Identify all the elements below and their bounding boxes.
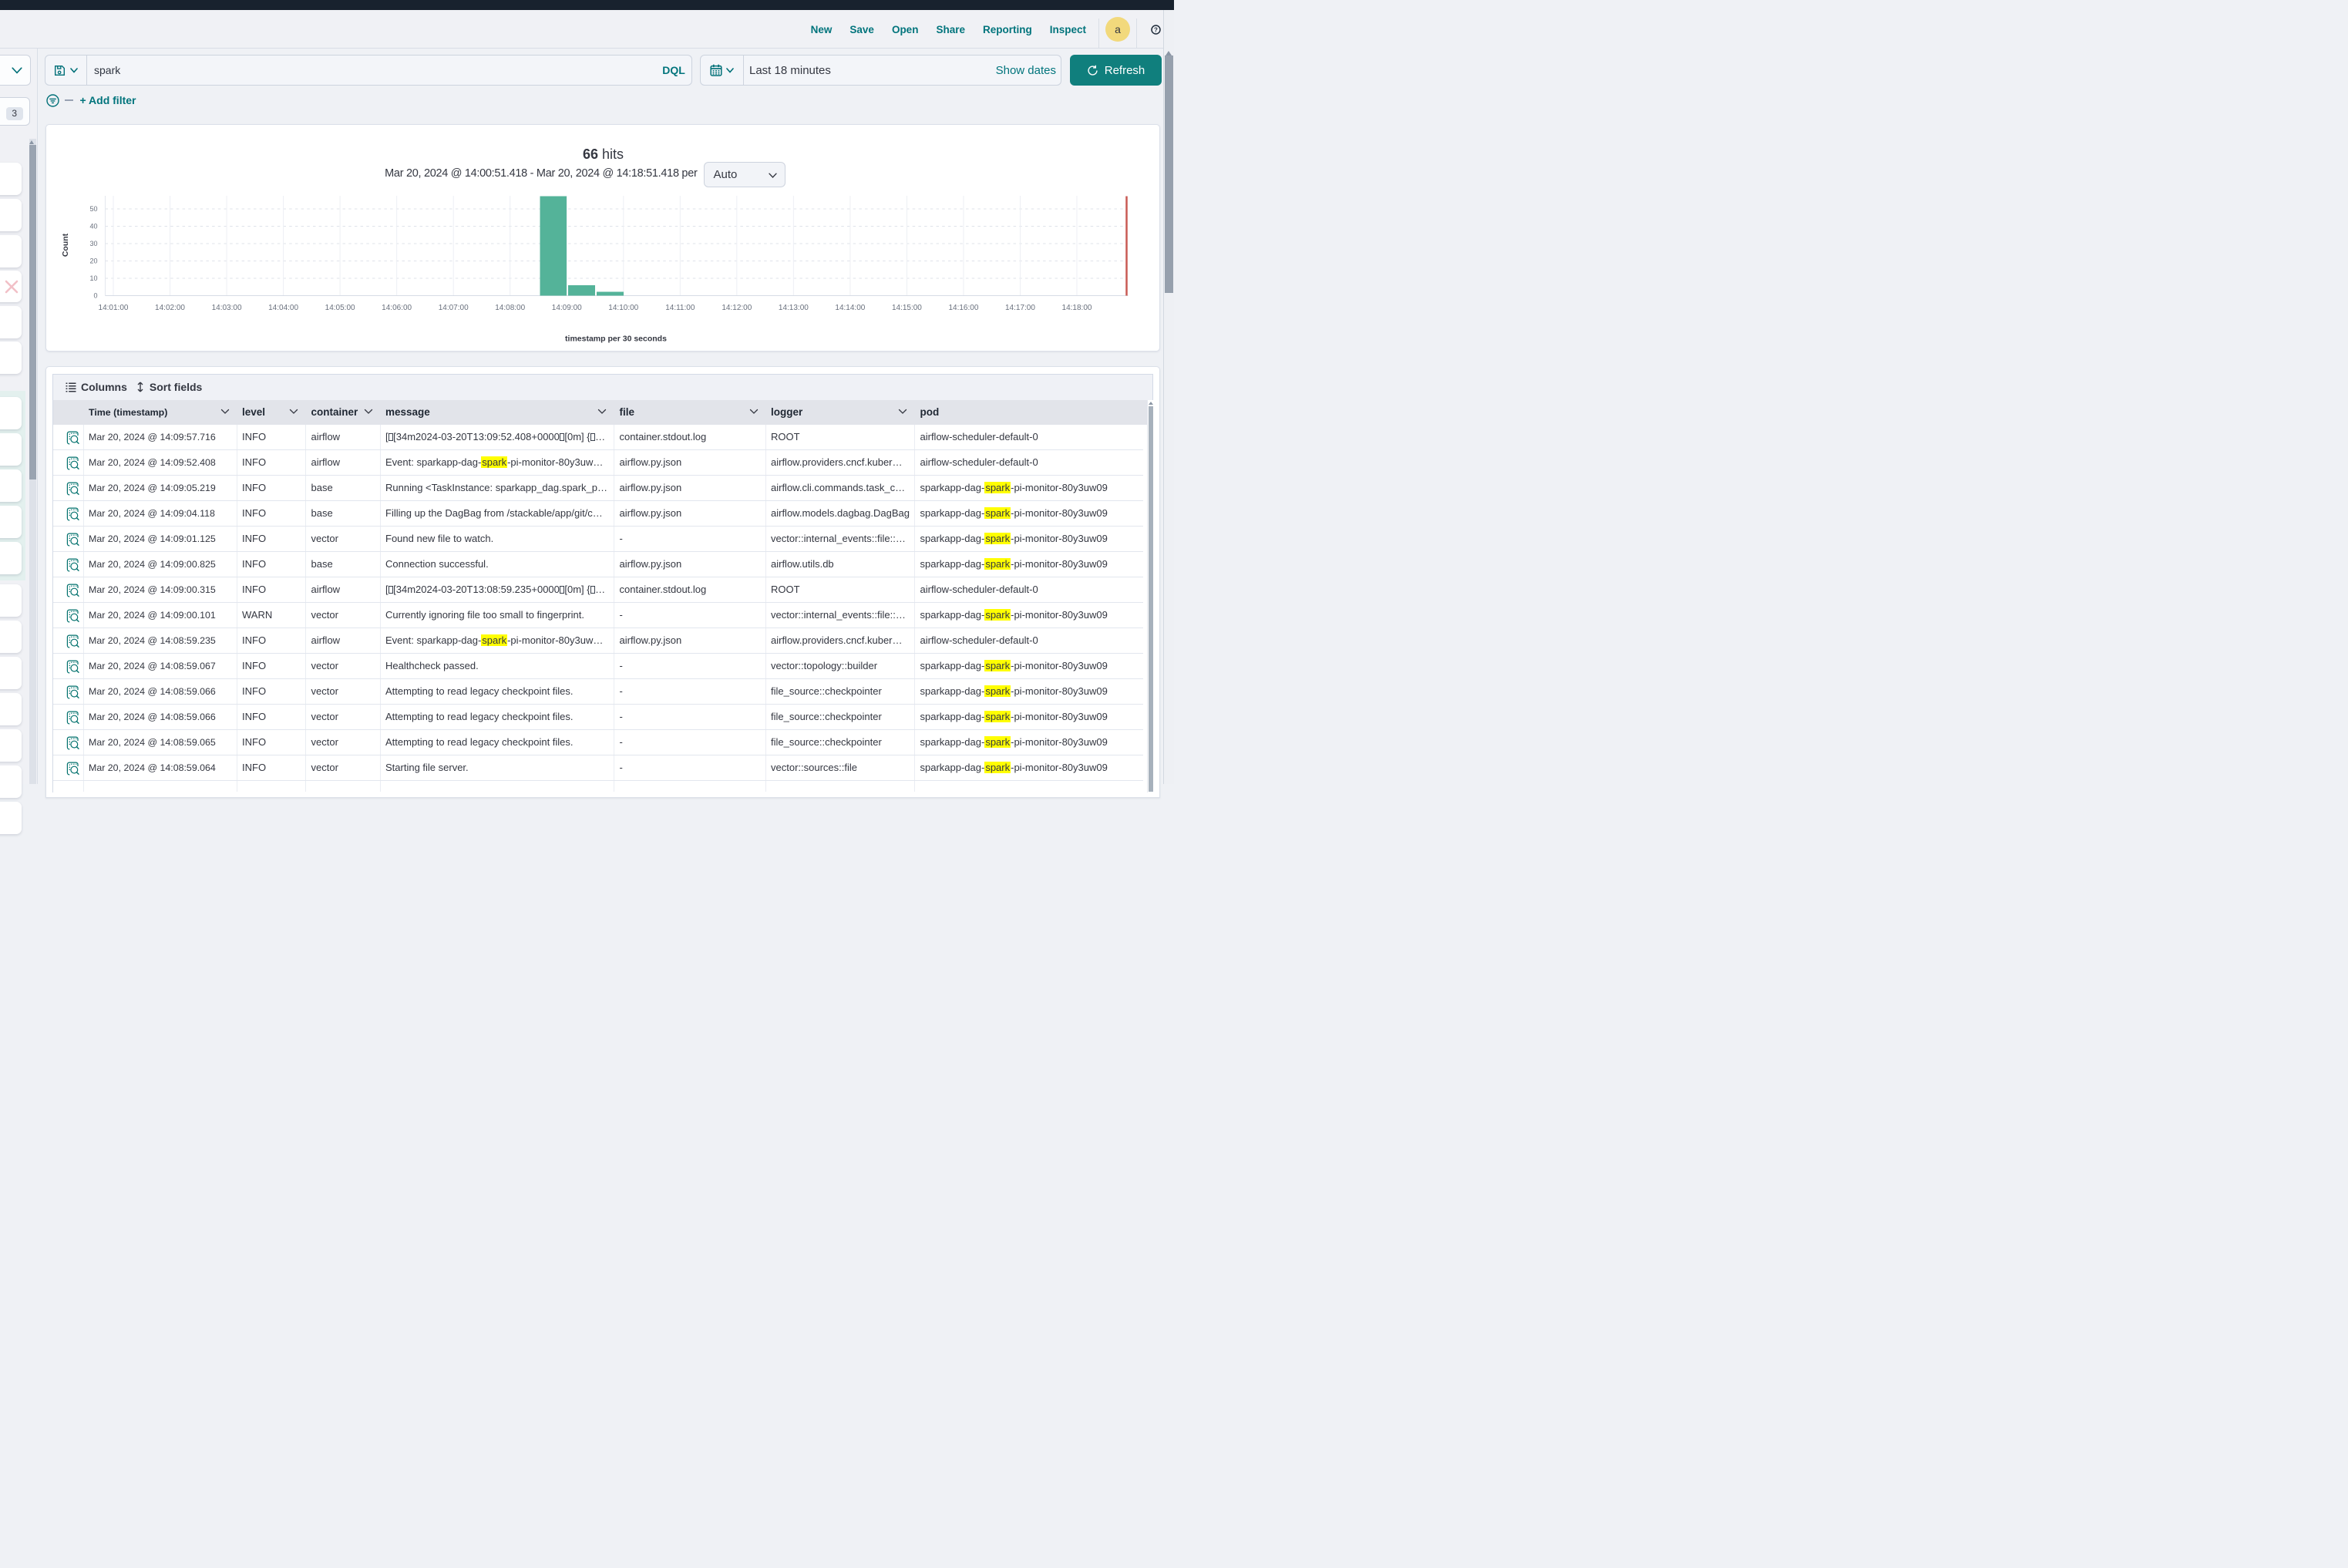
svg-text:14:02:00: 14:02:00 [155,304,185,312]
svg-text:14:11:00: 14:11:00 [665,304,695,312]
svg-text:timestamp per 30 seconds: timestamp per 30 seconds [565,335,667,344]
svg-text:14:16:00: 14:16:00 [948,304,978,312]
svg-text:14:04:00: 14:04:00 [268,304,298,312]
svg-text:14:17:00: 14:17:00 [1005,304,1035,312]
svg-text:20: 20 [89,257,97,265]
svg-text:14:09:00: 14:09:00 [551,304,581,312]
svg-text:Count: Count [61,233,70,257]
svg-text:40: 40 [89,223,97,230]
svg-text:14:08:00: 14:08:00 [495,304,525,312]
svg-text:14:03:00: 14:03:00 [211,304,241,312]
svg-text:14:07:00: 14:07:00 [438,304,468,312]
svg-text:10: 10 [89,274,97,282]
svg-text:14:15:00: 14:15:00 [891,304,921,312]
svg-text:14:05:00: 14:05:00 [325,304,355,312]
svg-text:0: 0 [93,292,97,300]
svg-text:50: 50 [89,205,97,213]
svg-text:30: 30 [89,240,97,247]
svg-text:14:10:00: 14:10:00 [608,304,638,312]
svg-text:14:14:00: 14:14:00 [835,304,865,312]
svg-text:14:13:00: 14:13:00 [778,304,808,312]
svg-text:14:12:00: 14:12:00 [722,304,752,312]
svg-text:14:18:00: 14:18:00 [1061,304,1092,312]
svg-text:14:06:00: 14:06:00 [382,304,412,312]
svg-text:14:01:00: 14:01:00 [98,304,128,312]
svg-text:?: ? [1154,27,1158,34]
